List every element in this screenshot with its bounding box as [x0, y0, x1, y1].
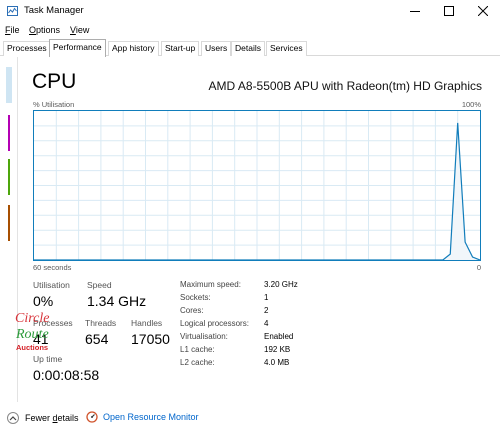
info-value-logical-processors: 4 — [264, 319, 269, 328]
minimize-button[interactable] — [398, 0, 432, 22]
tab-bar: Processes Performance App history Start-… — [0, 39, 500, 57]
menu-file[interactable]: File — [5, 25, 20, 35]
maximize-button[interactable] — [432, 0, 466, 22]
graph-y-max-label: 100% — [461, 100, 481, 109]
resource-item-disk[interactable] — [8, 159, 10, 195]
svg-text:Route: Route — [15, 327, 49, 342]
info-value-max-speed: 3.20 GHz — [264, 280, 298, 289]
info-label-cores: Cores: — [180, 306, 204, 315]
minimize-icon — [410, 11, 420, 12]
resource-monitor-icon — [86, 411, 98, 423]
cpu-model-name: AMD A8-5500B APU with Radeon(tm) HD Grap… — [208, 79, 482, 93]
cpu-heading: CPU — [32, 70, 77, 93]
tab-app-history[interactable]: App history — [108, 41, 159, 56]
resource-item-cpu[interactable] — [6, 67, 12, 103]
uptime-value: 0:00:08:58 — [33, 367, 100, 383]
tab-users[interactable]: Users — [201, 41, 232, 56]
menu-options-label: ptions — [36, 25, 61, 35]
window-title: Task Manager — [24, 5, 84, 16]
info-value-sockets: 1 — [264, 293, 269, 302]
tab-details[interactable]: Details — [231, 41, 265, 56]
resource-item-memory[interactable] — [8, 115, 10, 151]
info-label-logical-processors: Logical processors: — [180, 319, 249, 328]
fewer-details-button[interactable]: Fewer details — [7, 412, 79, 424]
maximize-icon — [444, 6, 454, 16]
close-button[interactable] — [466, 0, 500, 22]
tab-performance[interactable]: Performance — [49, 39, 106, 57]
menu-options-accel: O — [29, 25, 37, 35]
menu-bar: File Options View — [0, 22, 500, 38]
tab-processes[interactable]: Processes — [3, 41, 51, 56]
threads-label: Threads — [85, 318, 117, 328]
resource-item-ethernet[interactable] — [8, 205, 10, 241]
watermark-logo: Circle Route Auctions — [15, 311, 49, 352]
performance-panel: CPU AMD A8-5500B APU with Radeon(tm) HD … — [19, 57, 500, 402]
handles-value: 17050 — [131, 331, 170, 347]
close-icon — [478, 6, 488, 16]
footer-bar: Fewer details Open Resource Monitor — [0, 402, 500, 436]
chevron-up-icon — [7, 412, 19, 424]
info-label-l2-cache: L2 cache: — [180, 358, 215, 367]
utilisation-value: 0% — [33, 293, 54, 309]
fewer-details-label: Fewer details — [25, 413, 79, 423]
speed-label: Speed — [87, 280, 112, 290]
graph-x-right-label: 0 — [476, 263, 481, 272]
info-label-l1-cache: L1 cache: — [180, 345, 215, 354]
title-bar: Task Manager — [0, 0, 500, 22]
menu-options[interactable]: Options — [29, 25, 60, 35]
handles-label: Handles — [131, 318, 163, 328]
menu-view-label: iew — [75, 25, 90, 35]
info-value-cores: 2 — [264, 306, 269, 315]
info-value-l2-cache: 4.0 MB — [264, 358, 290, 367]
speed-value: 1.34 GHz — [87, 293, 147, 309]
tab-services[interactable]: Services — [266, 41, 307, 56]
fewer-details-pre: Fewer — [25, 413, 53, 423]
info-label-virtualisation: Virtualisation: — [180, 332, 228, 341]
info-label-max-speed: Maximum speed: — [180, 280, 241, 289]
menu-view[interactable]: View — [70, 25, 89, 35]
info-label-sockets: Sockets: — [180, 293, 211, 302]
info-value-l1-cache: 192 KB — [264, 345, 291, 354]
threads-value: 654 — [85, 331, 109, 347]
fewer-details-post: etails — [57, 413, 79, 423]
info-value-virtualisation: Enabled — [264, 332, 294, 341]
utilisation-label: Utilisation — [33, 280, 70, 290]
open-resource-monitor-link[interactable]: Open Resource Monitor — [86, 411, 199, 423]
menu-file-label: ile — [10, 25, 20, 35]
cpu-utilisation-graph — [33, 110, 481, 261]
graph-x-left-label: 60 seconds — [33, 263, 72, 272]
task-manager-icon — [7, 6, 18, 16]
cpu-graph-svg — [34, 111, 480, 260]
tab-startup[interactable]: Start-up — [161, 41, 200, 56]
graph-y-label: % Utilisation — [33, 100, 75, 109]
open-resource-monitor-label: Open Resource Monitor — [103, 412, 199, 422]
svg-text:Auctions: Auctions — [16, 343, 48, 352]
svg-text:Circle: Circle — [15, 311, 49, 326]
